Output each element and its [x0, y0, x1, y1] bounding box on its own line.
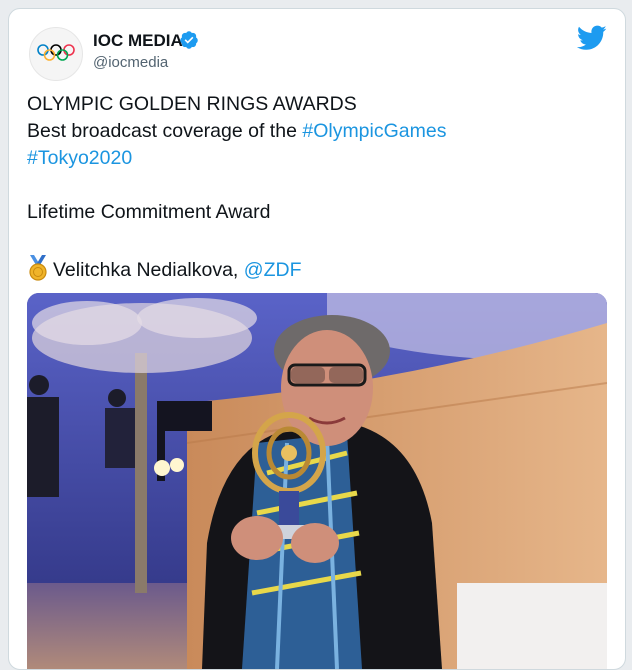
twitter-bird-icon[interactable]: [577, 25, 607, 51]
mention-zdf[interactable]: @ZDF: [244, 259, 302, 281]
tweet-card[interactable]: IOC MEDIA @iocmedia OLYMPIC GOLDEN RINGS…: [8, 8, 626, 670]
medal-icon: [29, 255, 47, 281]
author-handle[interactable]: @iocmedia: [93, 54, 168, 71]
tweet-line-coverage: Best broadcast coverage of the #OlympicG…: [27, 120, 446, 143]
author-name[interactable]: IOC MEDIA: [93, 31, 183, 51]
olympic-rings-icon: [37, 44, 75, 61]
tweet-coverage-text: Best broadcast coverage of the: [27, 120, 303, 142]
tweet-line-title: OLYMPIC GOLDEN RINGS AWARDS: [27, 93, 357, 115]
tweet-line-award: Lifetime Commitment Award: [27, 201, 271, 223]
hashtag-tokyo2020[interactable]: #Tokyo2020: [27, 147, 132, 169]
avatar[interactable]: [29, 27, 83, 81]
recipient-name: Velitchka Nedialkova,: [53, 259, 244, 281]
award-ceremony-photo: [27, 293, 607, 669]
hashtag-olympicgames[interactable]: #OlympicGames: [302, 120, 446, 142]
tweet-photo[interactable]: [27, 293, 607, 669]
verified-badge-icon: [180, 31, 198, 49]
tweet-line-recipient: Velitchka Nedialkova, @ZDF: [27, 255, 301, 282]
tweet-line-hashtag: #Tokyo2020: [27, 147, 132, 170]
